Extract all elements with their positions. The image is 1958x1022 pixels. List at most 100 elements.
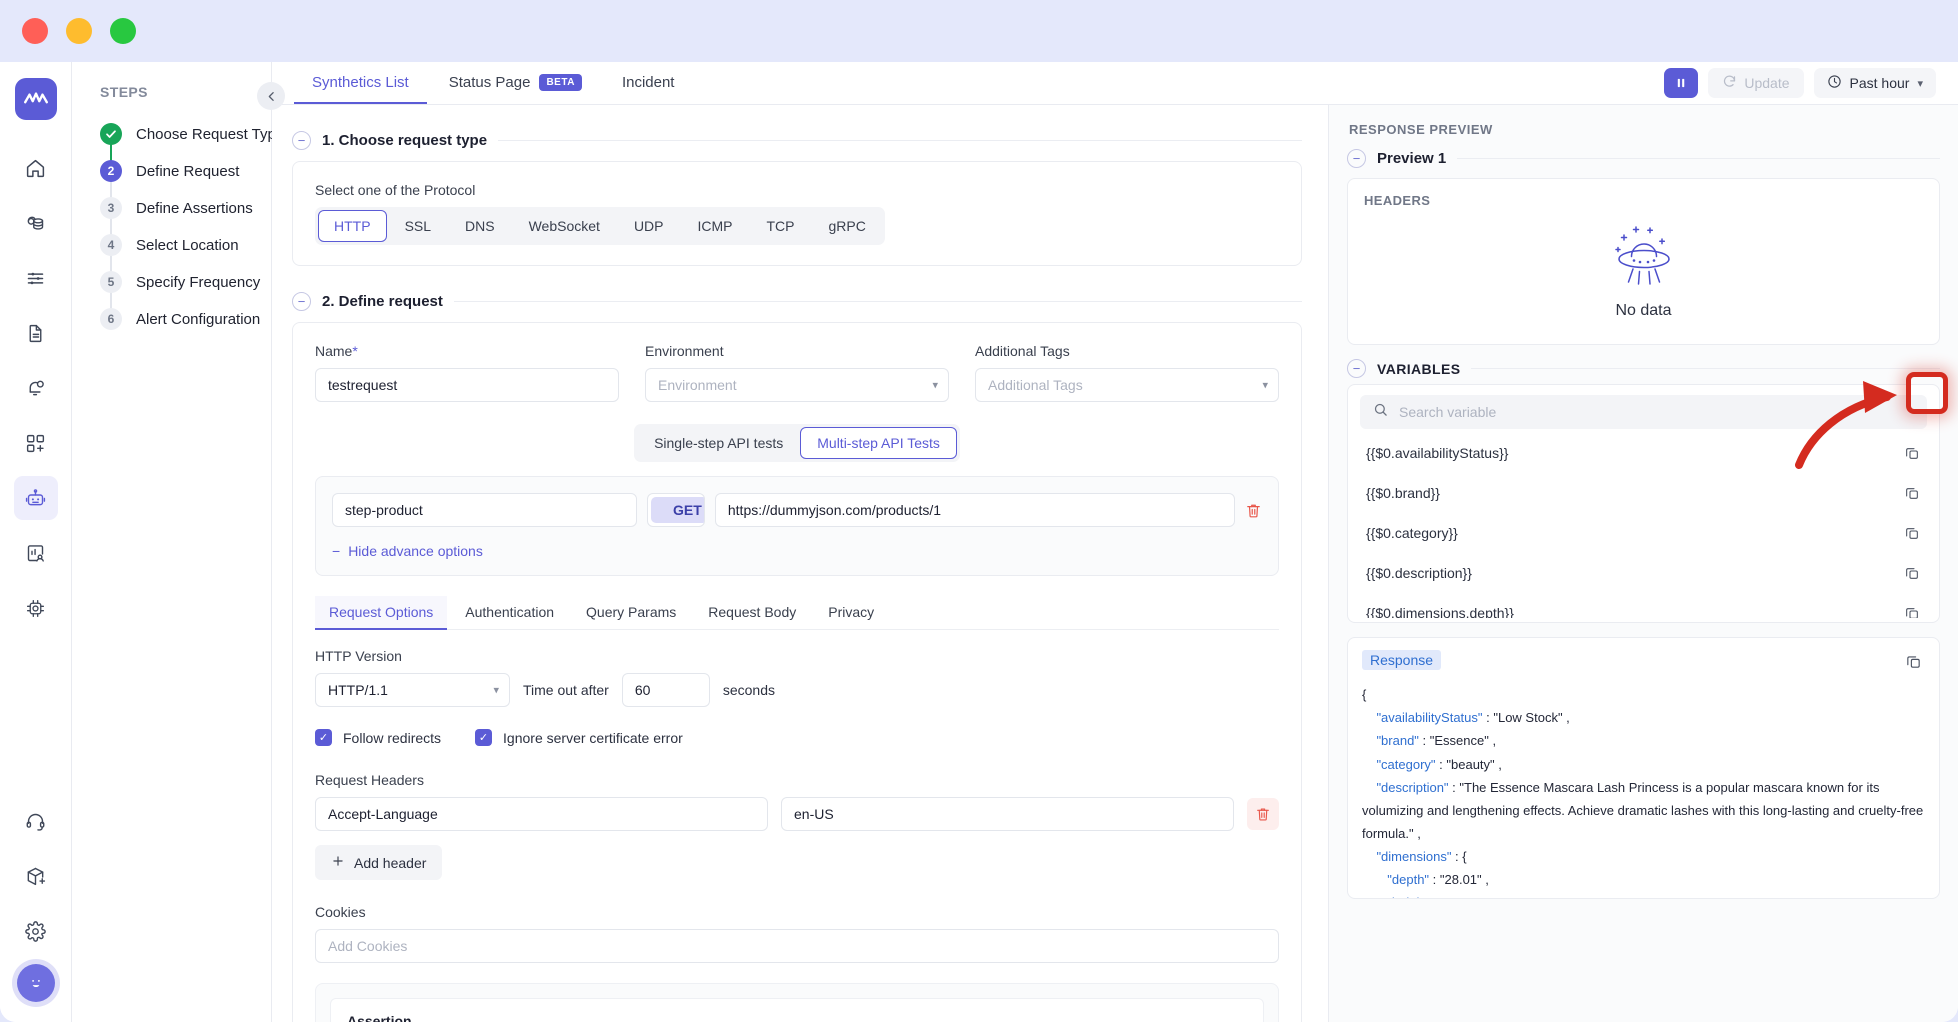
steps-panel: STEPS Choose Request Type 2 Define Reque… bbox=[72, 62, 272, 1022]
variable-row[interactable]: {{$0.category}} bbox=[1348, 513, 1939, 553]
sidebar-step-alert-configuration[interactable]: 6 Alert Configuration bbox=[100, 301, 271, 337]
tab-synthetics-list-label: Synthetics List bbox=[312, 74, 409, 91]
additional-tags-label: Additional Tags bbox=[975, 343, 1279, 359]
settings-gear-icon[interactable] bbox=[14, 909, 58, 953]
single-step-api-tests-tab[interactable]: Single-step API tests bbox=[637, 427, 800, 459]
variable-name: {{$0.category}} bbox=[1366, 525, 1458, 541]
json-val-height: 14.43 bbox=[1447, 895, 1480, 899]
variable-row[interactable]: {{$0.description}} bbox=[1348, 553, 1939, 593]
tab-synthetics-list[interactable]: Synthetics List bbox=[294, 62, 427, 104]
window-zoom-button[interactable] bbox=[110, 18, 136, 44]
minus-icon[interactable]: − bbox=[292, 131, 311, 150]
support-headset-icon[interactable] bbox=[14, 799, 58, 843]
search-icon bbox=[1373, 402, 1388, 422]
sidebar-step-define-request[interactable]: 2 Define Request bbox=[100, 153, 271, 189]
step-url-input[interactable] bbox=[715, 493, 1235, 527]
json-key-height: "height" bbox=[1362, 895, 1432, 899]
alerts-icon[interactable] bbox=[14, 366, 58, 410]
sidebar-step-define-assertions[interactable]: 3 Define Assertions bbox=[100, 190, 271, 226]
protocol-grpc[interactable]: gRPC bbox=[813, 210, 882, 242]
minus-icon[interactable]: − bbox=[1347, 359, 1366, 378]
header-key-input[interactable] bbox=[315, 797, 768, 831]
protocol-dns[interactable]: DNS bbox=[449, 210, 511, 242]
protocol-tcp[interactable]: TCP bbox=[751, 210, 811, 242]
additional-tags-select[interactable] bbox=[975, 368, 1279, 402]
multi-step-api-tests-tab[interactable]: Multi-step API Tests bbox=[800, 427, 957, 459]
request-meta-row: Name* Environment ▾ bbox=[315, 343, 1279, 402]
tab-request-options[interactable]: Request Options bbox=[315, 596, 447, 630]
copy-icon[interactable] bbox=[1901, 562, 1923, 584]
apm-chip-icon[interactable] bbox=[14, 586, 58, 630]
add-header-button[interactable]: Add header bbox=[315, 845, 442, 880]
steps-title: STEPS bbox=[100, 84, 271, 100]
copy-icon[interactable] bbox=[1901, 442, 1923, 464]
protocol-icmp[interactable]: ICMP bbox=[682, 210, 749, 242]
minus-icon[interactable]: − bbox=[292, 292, 311, 311]
tab-query-params[interactable]: Query Params bbox=[572, 596, 690, 630]
minus-icon[interactable]: − bbox=[1347, 149, 1366, 168]
user-avatar[interactable] bbox=[17, 964, 55, 1002]
variable-row[interactable]: {{$0.availabilityStatus}} bbox=[1348, 433, 1939, 473]
variable-search-bar[interactable] bbox=[1360, 395, 1927, 429]
tags-field-group: Additional Tags ▾ bbox=[975, 343, 1279, 402]
variable-row[interactable]: {{$0.brand}} bbox=[1348, 473, 1939, 513]
header-value-input[interactable] bbox=[781, 797, 1234, 831]
sidebar-step-select-location[interactable]: 4 Select Location bbox=[100, 227, 271, 263]
timeout-input[interactable] bbox=[622, 673, 710, 707]
home-icon[interactable] bbox=[14, 146, 58, 190]
tab-status-page[interactable]: Status Page BETA bbox=[431, 62, 600, 104]
tab-authentication[interactable]: Authentication bbox=[451, 596, 568, 630]
step-name-input[interactable] bbox=[332, 493, 637, 527]
infra-icon[interactable] bbox=[14, 201, 58, 245]
name-input[interactable] bbox=[315, 368, 619, 402]
chevron-left-icon[interactable] bbox=[257, 82, 285, 110]
logo-icon[interactable] bbox=[15, 78, 57, 120]
protocol-http[interactable]: HTTP bbox=[318, 210, 387, 242]
protocol-ssl[interactable]: SSL bbox=[389, 210, 447, 242]
copy-icon[interactable] bbox=[1901, 482, 1923, 504]
app-shell: STEPS Choose Request Type 2 Define Reque… bbox=[0, 62, 1958, 1022]
main-column: Synthetics List Status Page BETA Inciden… bbox=[272, 62, 1958, 1022]
window-minimize-button[interactable] bbox=[66, 18, 92, 44]
document-icon[interactable] bbox=[14, 311, 58, 355]
add-cube-icon[interactable] bbox=[14, 854, 58, 898]
window-close-button[interactable] bbox=[22, 18, 48, 44]
hide-advance-options-link[interactable]: − Hide advance options bbox=[332, 543, 483, 559]
step-label-4: Select Location bbox=[136, 237, 239, 254]
preview-1-header: − Preview 1 bbox=[1347, 149, 1940, 168]
logs-icon[interactable] bbox=[14, 256, 58, 300]
environment-select[interactable] bbox=[645, 368, 949, 402]
tab-incident[interactable]: Incident bbox=[604, 62, 693, 104]
timeout-label: Time out after bbox=[523, 682, 609, 698]
pause-icon[interactable] bbox=[1664, 68, 1698, 98]
sidebar-step-specify-frequency[interactable]: 5 Specify Frequency bbox=[100, 264, 271, 300]
variable-row[interactable]: {{$0.dimensions.depth}} bbox=[1348, 593, 1939, 618]
required-asterisk: * bbox=[352, 343, 357, 359]
advance-options-row: − Hide advance options bbox=[332, 543, 1262, 559]
rum-icon[interactable] bbox=[14, 531, 58, 575]
topbar-actions: Update Past hour ▾ bbox=[1664, 62, 1936, 104]
http-version-select[interactable] bbox=[315, 673, 510, 707]
update-button[interactable]: Update bbox=[1708, 68, 1803, 98]
protocol-udp[interactable]: UDP bbox=[618, 210, 680, 242]
time-range-selector[interactable]: Past hour ▾ bbox=[1814, 68, 1936, 98]
tab-privacy[interactable]: Privacy bbox=[814, 596, 888, 630]
integrations-icon[interactable] bbox=[14, 421, 58, 465]
no-data-state: No data bbox=[1348, 208, 1939, 344]
copy-icon[interactable] bbox=[1902, 650, 1925, 673]
ignore-cert-error-checkbox[interactable]: ✓ Ignore server certificate error bbox=[475, 729, 683, 746]
copy-icon[interactable] bbox=[1901, 602, 1923, 618]
tab-request-body[interactable]: Request Body bbox=[694, 596, 810, 630]
cookies-input[interactable] bbox=[315, 929, 1279, 963]
synthetics-robot-icon[interactable] bbox=[14, 476, 58, 520]
search-variable-input[interactable] bbox=[1399, 404, 1914, 420]
trash-icon[interactable] bbox=[1247, 798, 1279, 830]
step-label-5: Specify Frequency bbox=[136, 274, 260, 291]
method-selector[interactable]: GET ▾ bbox=[647, 493, 705, 527]
copy-icon[interactable] bbox=[1901, 522, 1923, 544]
json-key-depth: "depth" bbox=[1362, 872, 1429, 887]
follow-redirects-checkbox[interactable]: ✓ Follow redirects bbox=[315, 729, 441, 746]
trash-icon[interactable] bbox=[1245, 494, 1262, 526]
sidebar-step-choose-request-type[interactable]: Choose Request Type bbox=[100, 116, 271, 152]
protocol-websocket[interactable]: WebSocket bbox=[513, 210, 616, 242]
